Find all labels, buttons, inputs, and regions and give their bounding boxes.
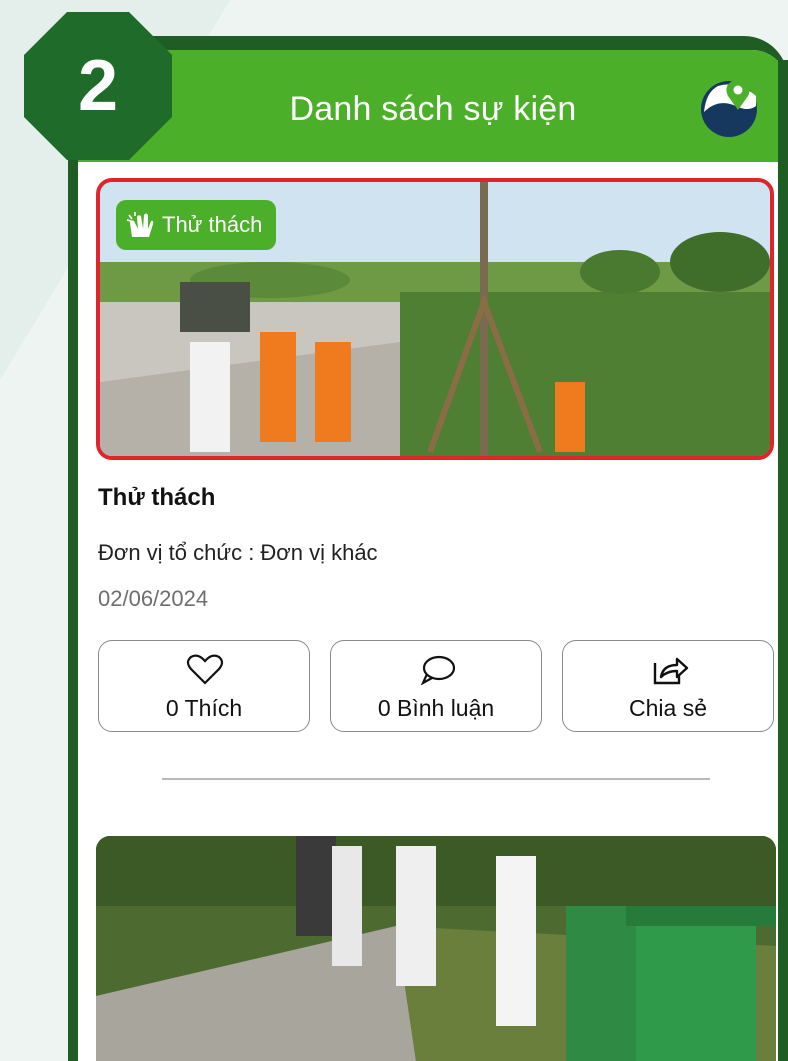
event-photo-next [96,836,776,1061]
step-number: 2 [77,46,119,126]
share-arrow-icon [653,657,689,685]
clapping-hands-icon [126,212,154,237]
event-organizer: Đơn vị tổ chức : Đơn vị khác [98,540,378,565]
event-tag-label: Thử thách [162,212,263,237]
app-header: Danh sách sự kiện [78,50,788,162]
event-title[interactable]: Thử thách [98,484,215,512]
header-title: Danh sách sự kiện [289,90,577,128]
location-pin-logo-icon[interactable] [698,76,760,138]
like-label: 0 Thích [165,695,243,721]
event-image-next[interactable] [96,836,776,1061]
share-label: Chia sẻ [629,695,707,721]
comment-button[interactable]: 0 Bình luận [330,640,542,732]
like-button[interactable]: 0 Thích [98,640,310,732]
heart-icon [186,654,224,685]
share-button[interactable]: Chia sẻ [562,640,774,732]
speech-bubble-icon [420,655,456,685]
event-tag: Thử thách [116,200,277,250]
divider [162,778,710,780]
frame-edge [778,60,788,1061]
comment-label: 0 Bình luận [377,695,495,721]
event-date: 02/06/2024 [98,586,209,611]
